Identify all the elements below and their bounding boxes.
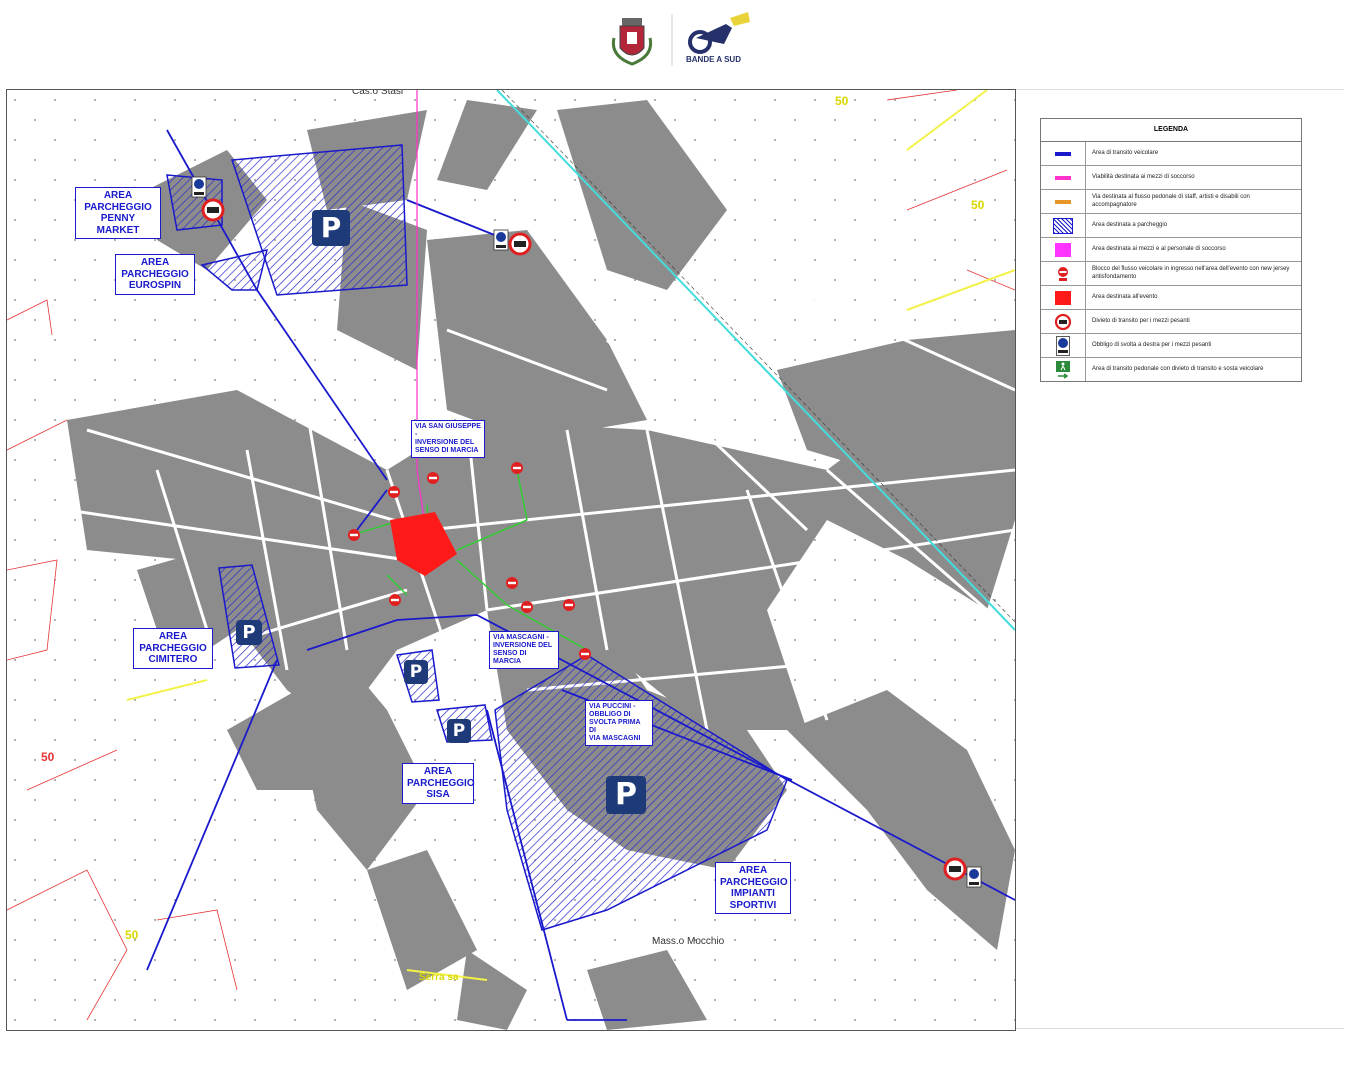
legend-row: Area destinata a parcheggio — [1041, 214, 1301, 238]
sheet-edge — [1016, 1028, 1344, 1029]
event-area-icon — [1055, 290, 1071, 305]
place-name-masseria: Mass.o Mocchio — [652, 936, 725, 947]
legend-row: Obbligo di svolta a destra per i mezzi p… — [1041, 334, 1301, 358]
parking-icon: P — [236, 620, 262, 645]
parking-label-impianti-sportivi[interactable]: AREA PARCHEGGIO IMPIANTI SPORTIVI — [715, 862, 791, 914]
place-name-casa: Cas.o Stasi — [352, 89, 404, 97]
street-note-san-giuseppe[interactable]: VIA SAN GIUSEPPE - INVERSIONE DEL SENSO … — [411, 420, 485, 459]
magenta-line-icon — [1055, 175, 1071, 180]
legend-row: Viabilità destinata ai mezzi di soccorso — [1041, 166, 1301, 190]
parking-label-cimitero[interactable]: AREA PARCHEGGIO CIMITERO — [133, 628, 213, 669]
map-legend: LEGENDA Area di transito veicolare Viabi… — [1040, 118, 1302, 382]
bande-a-sud-logo — [688, 12, 750, 54]
legend-text: Area di transito pedonale con divieto di… — [1092, 365, 1264, 372]
legend-row: Area destinata all'evento — [1041, 286, 1301, 310]
blue-line-icon — [1055, 151, 1071, 156]
orange-line-icon — [1055, 199, 1071, 204]
legend-row: Area destinata ai mezzi e al personale d… — [1041, 238, 1301, 262]
parking-label-sisa[interactable]: AREA PARCHEGGIO SISA — [402, 763, 475, 804]
contour-label: 50 — [41, 750, 55, 764]
contour-label: 50 — [971, 198, 985, 212]
no-entry-barrier-icon — [1058, 266, 1068, 281]
legend-text: Area destinata all'evento — [1092, 293, 1158, 300]
legend-title: LEGENDA — [1041, 119, 1301, 142]
magenta-area-icon — [1055, 242, 1071, 257]
pedestrian-exit-icon — [1056, 360, 1070, 379]
legend-text: Area destinata ai mezzi e al personale d… — [1092, 245, 1226, 252]
parking-hatch-icon — [1053, 217, 1073, 234]
brand-name: BANDE A SUD — [686, 55, 741, 64]
legend-text: Divieto di transito per i mezzi pesanti — [1092, 317, 1190, 324]
parking-icon: P — [312, 210, 350, 246]
legend-row: Area di transito veicolare — [1041, 142, 1301, 166]
contour-label: 50 — [125, 928, 139, 942]
street-note-mascagni[interactable]: VIA MASCAGNI - INVERSIONE DEL SENSO DI M… — [489, 631, 559, 670]
legend-text: Obbligo di svolta a destra per i mezzi p… — [1092, 341, 1212, 348]
street-note-puccini[interactable]: VIA PUCCINI - OBBLIGO DI SVOLTA PRIMA DI… — [585, 700, 653, 747]
header-logos: BANDE A SUD — [600, 8, 760, 72]
contour-label: 50 — [835, 94, 849, 108]
sheet-edge — [1016, 89, 1344, 90]
parking-label-eurospin[interactable]: AREA PARCHEGGIO EUROSPIN — [115, 254, 195, 295]
place-name-contrada: Serra sa — [419, 972, 459, 983]
legend-row: Divieto di transito per i mezzi pesanti — [1041, 310, 1301, 334]
legend-text: Via destinata al flusso pedonale di staf… — [1092, 194, 1250, 208]
parking-icon: P — [404, 660, 428, 684]
legend-row: Via destinata al flusso pedonale di staf… — [1041, 190, 1301, 214]
legend-row: Blocco del flusso veicolare in ingresso … — [1041, 262, 1301, 286]
legend-text: Area destinata a parcheggio — [1092, 221, 1168, 228]
legend-text: Area di transito veicolare — [1092, 149, 1159, 156]
legend-text: Viabilità destinata ai mezzi di soccorso — [1092, 173, 1195, 180]
legend-text: Blocco del flusso veicolare in ingresso … — [1092, 266, 1290, 280]
traffic-map[interactable]: Cas.o Stasi Mass.o Mocchio Serra sa 50 5… — [6, 89, 1016, 1031]
municipal-crest-icon — [611, 18, 653, 66]
parking-label-penny-market[interactable]: AREA PARCHEGGIO PENNY MARKET — [75, 187, 161, 239]
parking-icon: P — [606, 776, 646, 814]
parking-icon: P — [447, 719, 471, 743]
no-trucks-icon — [1054, 313, 1072, 330]
legend-row: Area di transito pedonale con divieto di… — [1041, 358, 1301, 381]
turn-right-trucks-icon — [1056, 335, 1070, 356]
